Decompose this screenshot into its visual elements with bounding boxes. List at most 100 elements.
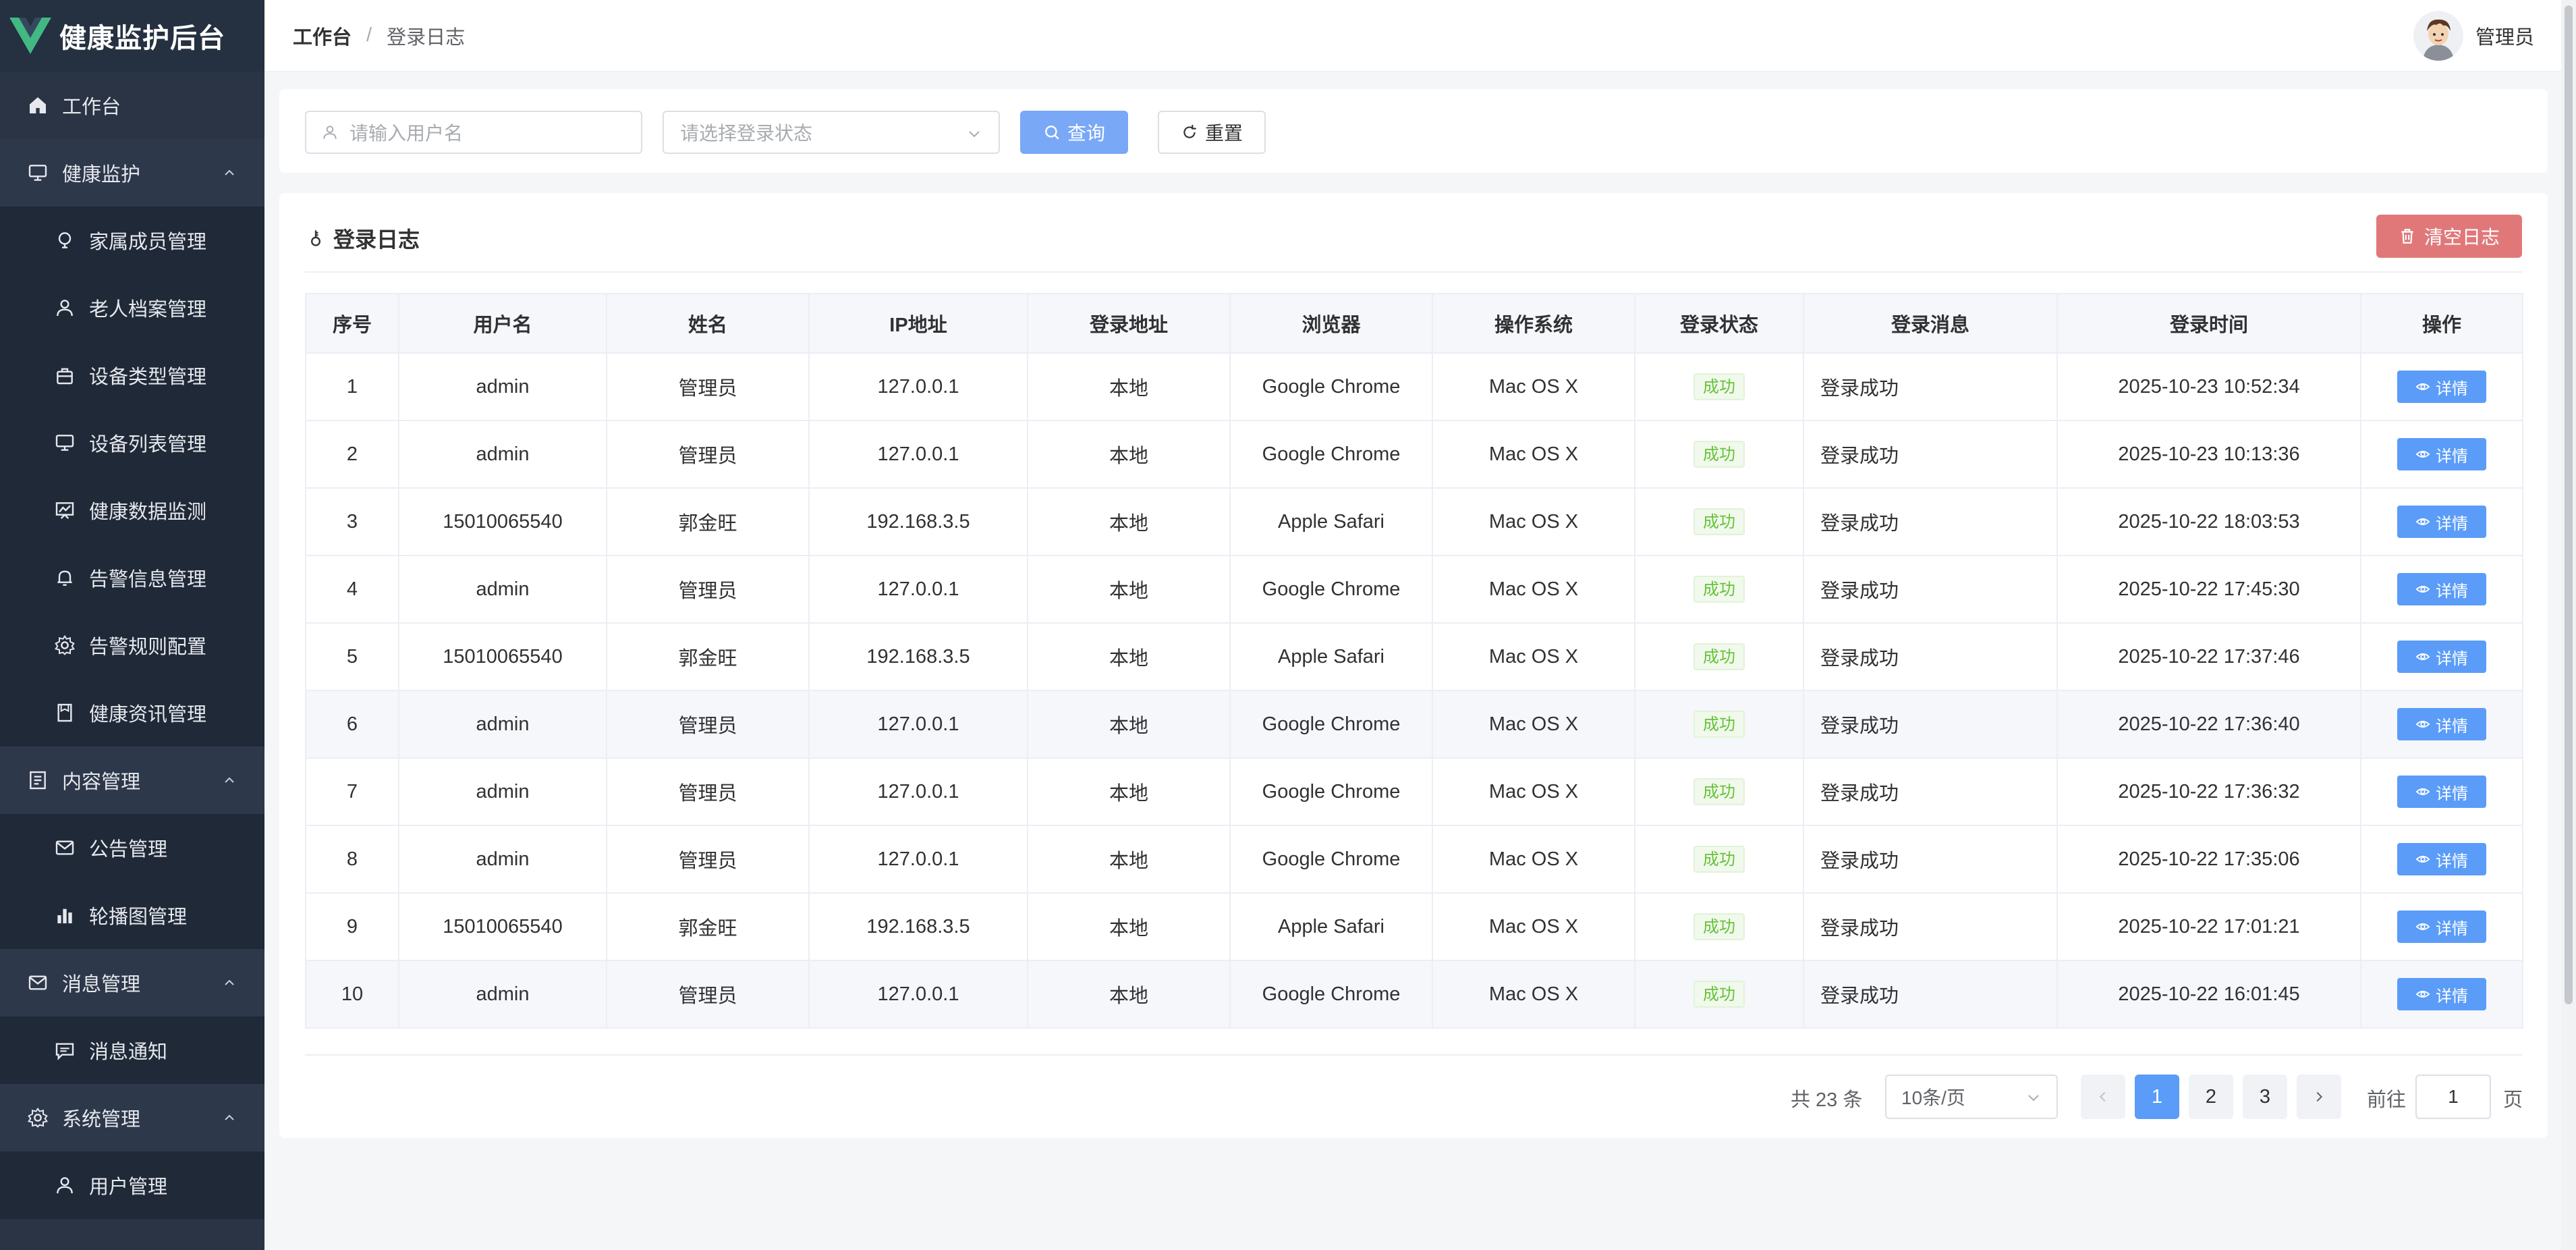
sidebar-item-label: 老人档案管理 [89,299,207,321]
cell-os: Mac OS X [1432,892,1635,961]
username-search-input[interactable]: 请输入用户名 [305,111,642,154]
clear-log-button[interactable]: 清空日志 [2376,215,2522,258]
username-placeholder: 请输入用户名 [349,123,464,144]
sidebar-item-8[interactable]: 告警规则配置 [0,612,264,679]
sidebar-item-9[interactable]: 健康资讯管理 [0,679,264,746]
board-icon [54,499,76,521]
cell-status: 成功 [1634,622,1804,691]
table-row: 1 admin 管理员 127.0.0.1 本地 Google Chrome Mac OS … [305,352,2523,421]
detail-button[interactable]: 详情 [2397,438,2486,470]
cell-name: 管理员 [606,690,810,759]
detail-button[interactable]: 详情 [2397,776,2486,808]
cell-location: 本地 [1027,690,1231,759]
cell-msg: 登录成功 [1803,487,2058,556]
column-header: 操作 [2360,293,2523,354]
sidebar-item-10[interactable]: 内容管理 [0,746,264,814]
sidebar-item-16[interactable]: 用户管理 [0,1151,264,1219]
sidebar-item-12[interactable]: 轮播图管理 [0,881,264,949]
page-button-3[interactable]: 3 [2243,1075,2287,1119]
table-row: 10 admin 管理员 127.0.0.1 本地 Google Chrome Mac OS… [305,960,2523,1029]
eye-icon [2415,653,2430,661]
page-size-value: 10条/页 [1901,1087,1965,1108]
cell-name: 管理员 [606,825,810,894]
cell-status: 成功 [1634,690,1804,759]
cell-status: 成功 [1634,825,1804,894]
page-scrollbar[interactable] [2561,0,2576,1250]
sidebar-item-2[interactable]: 家属成员管理 [0,207,264,274]
app-logo[interactable]: 健康监护后台 [0,0,264,72]
sidebar-item-15[interactable]: 系统管理 [0,1084,264,1151]
sidebar-item-label: 健康监护 [62,164,141,186]
sidebar-item-0[interactable]: 工作台 [0,72,264,139]
cell-idx: 6 [305,690,399,759]
sidebar-item-14[interactable]: 消息通知 [0,1016,264,1084]
user-menu[interactable]: 管理员 [2413,11,2534,61]
bulb-icon [54,229,76,251]
cell-idx: 8 [305,825,399,894]
detail-button[interactable]: 详情 [2397,573,2486,605]
detail-label: 详情 [2436,447,2468,466]
prev-page-button[interactable] [2081,1075,2125,1119]
table-row: 7 admin 管理员 127.0.0.1 本地 Google Chrome Mac OS … [305,757,2523,826]
cell-os: Mac OS X [1432,622,1635,691]
total-count: 共 23 条 [1791,1089,1863,1111]
cell-msg: 登录成功 [1803,825,2058,894]
detail-button[interactable]: 详情 [2397,641,2486,673]
cell-ip: 127.0.0.1 [808,825,1028,894]
page-button-2[interactable]: 2 [2189,1075,2233,1119]
breadcrumb-home[interactable]: 工作台 [293,22,352,50]
login-status-select[interactable]: 请选择登录状态 [663,111,1000,154]
cell-time: 2025-10-23 10:52:34 [2056,352,2361,421]
cell-time: 2025-10-22 17:37:46 [2056,622,2361,691]
cell-msg: 登录成功 [1803,622,2058,691]
detail-button[interactable]: 详情 [2397,911,2486,943]
cell-location: 本地 [1027,892,1231,961]
eye-icon [2415,855,2430,863]
sidebar-item-1[interactable]: 健康监护 [0,139,264,207]
sidebar-item-13[interactable]: 消息管理 [0,949,264,1016]
detail-button[interactable]: 详情 [2397,371,2486,403]
cell-status: 成功 [1634,487,1804,556]
sidebar-item-4[interactable]: 设备类型管理 [0,342,264,409]
detail-button[interactable]: 详情 [2397,843,2486,875]
cell-name: 管理员 [606,757,810,826]
sidebar-item-5[interactable]: 设备列表管理 [0,409,264,477]
cell-username: admin [398,960,607,1029]
column-header: 浏览器 [1229,293,1433,354]
page-button-1[interactable]: 1 [2135,1075,2179,1119]
user-icon [54,297,76,319]
sidebar-item-3[interactable]: 老人档案管理 [0,274,264,342]
list-icon [27,769,49,791]
cell-username: admin [398,690,607,759]
cell-browser: Google Chrome [1229,960,1433,1029]
sidebar-item-6[interactable]: 健康数据监测 [0,477,264,544]
sidebar-item-label: 健康数据监测 [89,501,207,523]
goto-page-input[interactable]: 1 [2415,1075,2491,1119]
detail-button[interactable]: 详情 [2397,978,2486,1010]
detail-button[interactable]: 详情 [2397,708,2486,740]
cell-ip: 127.0.0.1 [808,352,1028,421]
status-badge: 成功 [1693,508,1745,535]
detail-button[interactable]: 详情 [2397,506,2486,538]
next-page-button[interactable] [2297,1075,2341,1119]
sidebar-item-11[interactable]: 公告管理 [0,814,264,881]
cell-time: 2025-10-22 17:45:30 [2056,555,2361,624]
chart-icon [54,904,76,926]
avatar[interactable] [2413,11,2463,61]
query-button[interactable]: 查询 [1020,111,1128,154]
eye-icon [2415,720,2430,728]
sidebar-item-label: 消息管理 [62,974,141,996]
cell-browser: Google Chrome [1229,757,1433,826]
sidebar-item-7[interactable]: 告警信息管理 [0,544,264,612]
scrollbar-thumb[interactable] [2565,5,2573,1004]
detail-label: 详情 [2436,649,2468,668]
cell-status: 成功 [1634,757,1804,826]
cell-browser: Google Chrome [1229,825,1433,894]
page-size-select[interactable]: 10条/页 [1885,1075,2058,1119]
table-row: 2 admin 管理员 127.0.0.1 本地 Google Chrome Mac OS … [305,420,2523,489]
reset-button[interactable]: 重置 [1158,111,1266,154]
cell-action: 详情 [2360,825,2523,894]
cell-name: 郭金旺 [606,487,810,556]
search-panel: 请输入用户名 请选择登录状态 查询 重置 [279,89,2548,173]
app-title: 健康监护后台 [59,24,225,53]
